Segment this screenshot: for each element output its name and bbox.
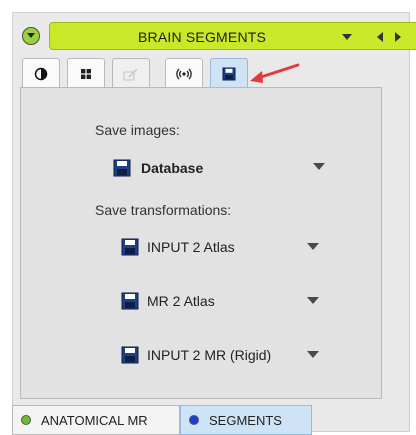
database-label: Database bbox=[141, 160, 204, 176]
save-images-label: Save images: bbox=[95, 122, 180, 138]
tab-label: SEGMENTS bbox=[209, 412, 282, 428]
tab-grid[interactable] bbox=[67, 58, 105, 88]
edit-icon bbox=[123, 68, 138, 80]
header: BRAIN SEGMENTS bbox=[13, 13, 416, 57]
dropdown-icon[interactable] bbox=[342, 34, 352, 40]
transform-dropdown-icon[interactable] bbox=[307, 243, 319, 250]
title-bar[interactable]: BRAIN SEGMENTS bbox=[49, 22, 416, 50]
tab-label: ANATOMICAL MR bbox=[41, 412, 148, 428]
next-icon[interactable] bbox=[395, 32, 401, 42]
save-transformations-label: Save transformations: bbox=[95, 202, 232, 218]
page-title: BRAIN SEGMENTS bbox=[138, 29, 267, 45]
annotation-arrow bbox=[250, 63, 300, 83]
floppy-icon bbox=[121, 238, 139, 256]
status-dot bbox=[21, 415, 31, 425]
prev-icon[interactable] bbox=[377, 32, 383, 42]
transform-label-mr-atlas: MR 2 Atlas bbox=[147, 293, 215, 309]
status-dot bbox=[189, 415, 199, 425]
broadcast-icon bbox=[176, 68, 192, 79]
floppy-icon bbox=[121, 292, 139, 310]
transform-dropdown-icon[interactable] bbox=[307, 351, 319, 358]
floppy-icon bbox=[121, 346, 139, 364]
tab-anatomical-mr[interactable]: ANATOMICAL MR bbox=[12, 405, 180, 435]
floppy-icon bbox=[113, 159, 131, 177]
grid-icon bbox=[81, 68, 91, 79]
collapse-button[interactable] bbox=[22, 27, 40, 45]
save-panel: Save images: Database Save transformatio… bbox=[20, 87, 382, 399]
tab-segments[interactable]: SEGMENTS bbox=[180, 405, 312, 435]
tab-contrast[interactable] bbox=[22, 58, 60, 88]
floppy-icon bbox=[222, 67, 236, 80]
tab-edit bbox=[112, 58, 150, 88]
contrast-icon bbox=[34, 67, 48, 80]
tab-broadcast[interactable] bbox=[165, 58, 203, 88]
transform-label-input-mr-rigid: INPUT 2 MR (Rigid) bbox=[147, 347, 272, 363]
transform-label-input-atlas: INPUT 2 Atlas bbox=[147, 239, 235, 255]
database-dropdown-icon[interactable] bbox=[313, 163, 325, 170]
tab-save[interactable] bbox=[210, 58, 248, 88]
transform-dropdown-icon[interactable] bbox=[307, 297, 319, 304]
